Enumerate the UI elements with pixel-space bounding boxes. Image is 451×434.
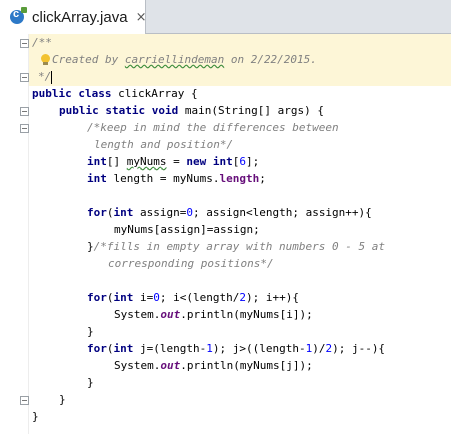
code-line: System.out.println(myNums[i]); — [114, 308, 313, 321]
code-editor[interactable]: /** Created by carriellindeman on 2/22/2… — [0, 34, 451, 434]
code-line: public class clickArray { — [32, 87, 198, 100]
code-line: corresponding positions*/ — [108, 257, 274, 270]
code-line: } — [87, 325, 94, 338]
code-line: } — [32, 410, 39, 423]
code-line: Created by carriellindeman on 2/22/2015. — [52, 53, 317, 66]
fold-marker-icon[interactable] — [20, 396, 29, 405]
code-line: } — [87, 376, 94, 389]
code-line: for(int j=(length-1); j>((length-1)/2); … — [87, 342, 386, 355]
code-line: } — [59, 393, 66, 406]
code-line: System.out.println(myNums[j]); — [114, 359, 313, 372]
code-line: }/*fills in empty array with numbers 0 -… — [87, 240, 386, 253]
code-line: int[] myNums = new int[6]; — [87, 155, 260, 168]
tab-title: clickArray.java — [32, 8, 128, 26]
lightbulb-icon[interactable] — [41, 54, 50, 65]
code-line: for(int assign=0; assign<length; assign+… — [87, 206, 372, 219]
code-line: */ — [38, 70, 53, 84]
code-line: for(int i=0; i<(length/2); i++){ — [87, 291, 299, 304]
java-class-icon — [10, 7, 27, 24]
fold-marker-icon[interactable] — [20, 107, 29, 116]
editor-gutter — [0, 34, 22, 434]
code-line: myNums[assign]=assign; — [114, 223, 260, 236]
code-line: /*keep in mind the differences between — [87, 121, 339, 134]
code-line: /** — [32, 36, 52, 49]
code-line: int length = myNums.length; — [87, 172, 266, 185]
code-line: length and position*/ — [94, 138, 234, 151]
fold-marker-icon[interactable] — [20, 124, 29, 133]
gutter-separator — [28, 34, 29, 434]
close-icon[interactable]: × — [136, 10, 147, 25]
fold-marker-icon[interactable] — [20, 73, 29, 82]
tab-clickarray-java[interactable]: clickArray.java × — [0, 0, 146, 34]
editor-tab-bar: clickArray.java × — [0, 0, 451, 34]
fold-marker-icon[interactable] — [20, 39, 29, 48]
code-line: public static void main(String[] args) { — [59, 104, 324, 117]
text-caret — [51, 70, 53, 84]
